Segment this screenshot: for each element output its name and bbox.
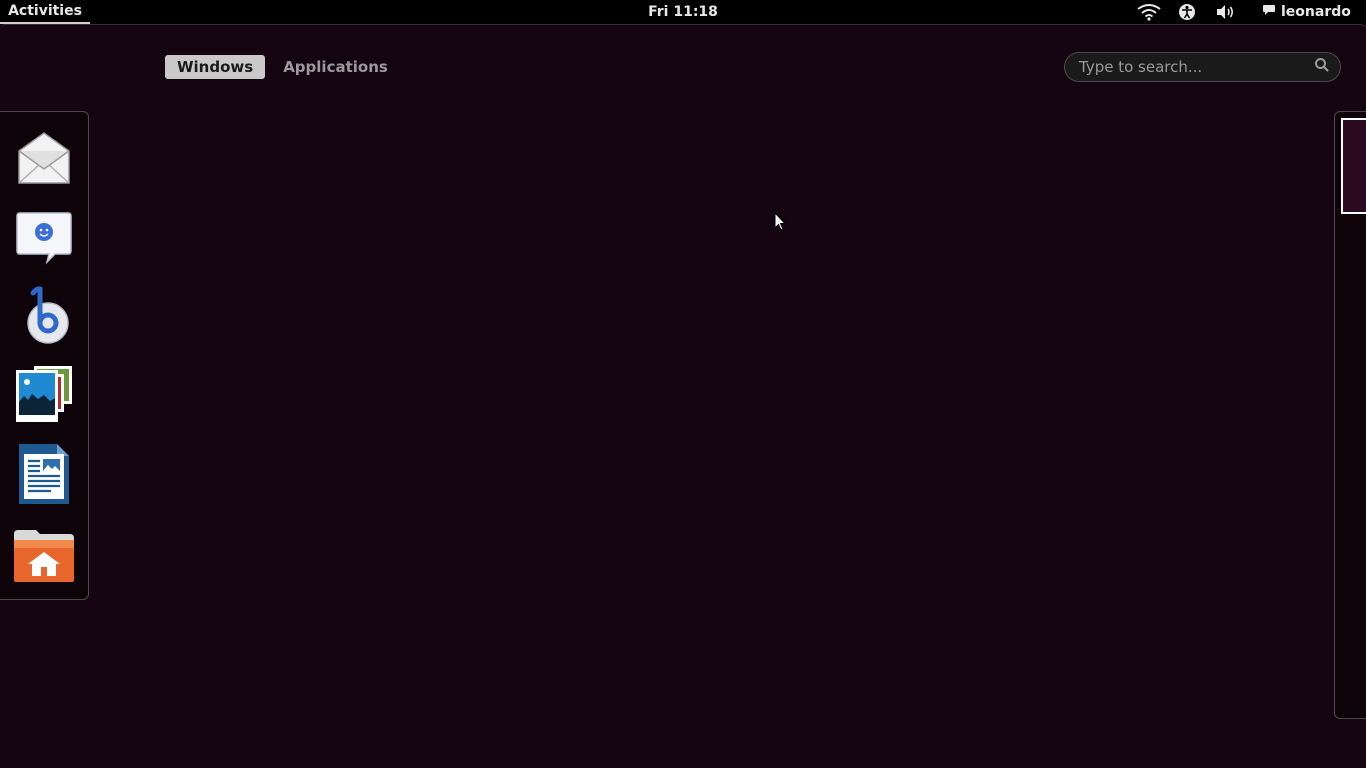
writer-document-icon[interactable] <box>12 442 76 506</box>
tab-windows[interactable]: Windows <box>165 55 266 79</box>
chat-status-icon <box>1262 3 1276 21</box>
image-viewer-icon[interactable] <box>12 362 76 426</box>
mail-icon[interactable] <box>12 126 76 190</box>
user-name: leonardo <box>1281 4 1351 20</box>
workspace-thumbnail[interactable] <box>1341 118 1366 214</box>
accessibility-icon[interactable] <box>1177 3 1197 21</box>
activities-label: Activities <box>8 3 82 19</box>
workspace-switcher <box>1334 111 1366 719</box>
tab-applications[interactable]: Applications <box>271 55 400 79</box>
clock-label: Fri 11:18 <box>648 4 718 20</box>
view-selector: Windows Applications <box>165 55 400 79</box>
search-box <box>1064 52 1341 82</box>
activities-overview: Windows Applications <box>0 24 1366 768</box>
mouse-pointer-icon <box>774 211 787 236</box>
search-icon[interactable] <box>1314 57 1330 77</box>
dash <box>0 111 89 600</box>
volume-icon[interactable] <box>1214 3 1238 21</box>
search-input[interactable] <box>1079 58 1314 76</box>
top-bar: Activities Fri 11:18 leonardo <box>0 0 1366 24</box>
tab-windows-label: Windows <box>177 58 254 76</box>
wifi-icon[interactable] <box>1136 3 1162 21</box>
tab-applications-label: Applications <box>283 58 388 76</box>
user-menu[interactable]: leonardo <box>1262 0 1362 24</box>
home-folder-icon[interactable] <box>12 524 76 588</box>
chat-icon[interactable] <box>12 204 76 268</box>
activities-button[interactable]: Activities <box>0 0 90 24</box>
clock[interactable]: Fri 11:18 <box>620 0 746 24</box>
music-player-icon[interactable] <box>12 284 76 348</box>
